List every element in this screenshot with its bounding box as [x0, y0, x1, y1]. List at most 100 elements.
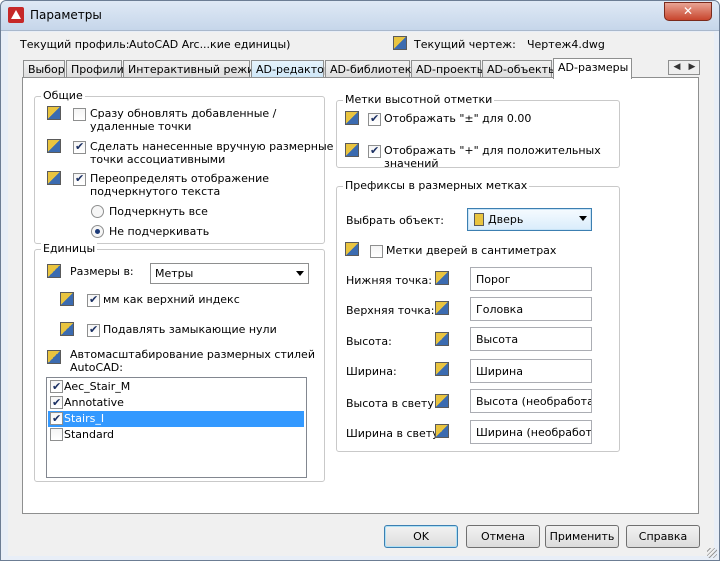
elevation-group-title: Метки высотной отметки: [343, 93, 495, 106]
drawing-setting-icon: [47, 171, 61, 185]
suppress-zeros-label: Подавлять замыкающие нули: [103, 323, 277, 336]
mm-superscript-checkbox[interactable]: [87, 293, 100, 307]
show-plus-checkbox[interactable]: [368, 144, 381, 158]
clear-height-field[interactable]: Высота (необработанн: [470, 389, 592, 413]
door-cm-checkbox[interactable]: [370, 245, 383, 258]
override-underline-checkbox[interactable]: [73, 172, 86, 186]
height-field[interactable]: Высота: [470, 327, 592, 351]
bottom-point-label: Нижняя точка:: [346, 274, 432, 287]
list-item[interactable]: Standard: [48, 427, 304, 443]
associative-checkbox[interactable]: [73, 140, 86, 154]
style-checkbox[interactable]: [50, 411, 63, 427]
clear-width-field[interactable]: Ширина (необработан: [470, 420, 592, 444]
tab-scroll-left-icon[interactable]: ◀: [670, 62, 684, 72]
top-point-label: Верхняя точка:: [346, 304, 435, 317]
drawing-setting-icon: [435, 394, 449, 408]
units-combo[interactable]: Метры: [150, 263, 309, 284]
drawing-setting-icon: [47, 350, 61, 364]
style-checkbox[interactable]: [50, 379, 63, 395]
door-cm-label: Метки дверей в сантиметрах: [386, 244, 557, 257]
no-underline-radio[interactable]: [91, 225, 104, 238]
show-plus-label: Отображать "+" для положительных: [384, 144, 601, 157]
ok-button[interactable]: OK: [384, 525, 458, 548]
drawing-setting-icon: [435, 424, 449, 438]
drawing-setting-icon: [47, 264, 61, 278]
top-point-field[interactable]: Головка: [470, 297, 592, 321]
show-pm-checkbox[interactable]: [368, 112, 381, 126]
tab-selection[interactable]: Выбор: [23, 60, 65, 78]
object-combo[interactable]: Дверь: [467, 208, 592, 231]
drawing-setting-icon: [60, 322, 74, 336]
drawing-value: Чертеж4.dwg: [527, 38, 605, 51]
elevation-group: Метки высотной отметки Отображать "±" дл…: [336, 93, 620, 170]
tab-scroll: ◀ ▶: [668, 60, 700, 75]
drawing-setting-icon: [47, 106, 61, 120]
drawing-setting-icon: [435, 332, 449, 346]
show-pm-label: Отображать "±" для 0.00: [384, 112, 532, 125]
tab-scroll-right-icon[interactable]: ▶: [685, 62, 699, 72]
auto-update-checkbox[interactable]: [73, 108, 86, 121]
resize-grip[interactable]: [707, 548, 717, 558]
tab-ad-dimensions[interactable]: AD-размеры: [553, 58, 632, 79]
associative-label-2: точки ассоциативными: [90, 153, 226, 166]
apply-button[interactable]: Применить: [545, 525, 619, 548]
bottom-point-field[interactable]: Порог: [470, 267, 592, 291]
drawing-setting-icon: [345, 143, 359, 157]
prefixes-group-title: Префиксы в размерных метках: [343, 179, 530, 192]
height-label: Высота:: [346, 335, 392, 348]
prefixes-group: Префиксы в размерных метках Выбрать объе…: [336, 179, 620, 452]
list-item[interactable]: Stairs_I: [48, 411, 304, 427]
width-label: Ширина:: [346, 365, 397, 378]
underline-all-label: Подчеркнуть все: [109, 205, 208, 218]
tab-panel: Общие Сразу обновлять добавленные / удал…: [22, 77, 699, 514]
profile-value: AutoCAD Arc...кие единицы): [129, 38, 291, 51]
general-group: Общие Сразу обновлять добавленные / удал…: [34, 89, 333, 244]
drawing-label: Текущий чертеж:: [414, 38, 516, 51]
help-button[interactable]: Справка: [626, 525, 700, 548]
tab-profiles[interactable]: Профили: [66, 60, 124, 78]
units-group: Единицы Размеры в: Метры мм как верхний …: [34, 242, 325, 482]
show-plus-label-2: значений: [384, 157, 439, 170]
tab-interactive[interactable]: Интерактивный режим: [123, 60, 263, 78]
title-bar: Параметры ✕: [1, 1, 719, 31]
object-label: Выбрать объект:: [346, 214, 444, 227]
tab-ad-objects[interactable]: AD-объекты: [482, 60, 557, 78]
window-title: Параметры: [30, 8, 102, 22]
units-combo-value: Метры: [155, 267, 194, 280]
drawing-setting-icon: [60, 292, 74, 306]
drawing-setting-icon: [435, 271, 449, 285]
associative-label: Сделать нанесенные вручную размерные: [90, 140, 334, 153]
style-checkbox[interactable]: [50, 395, 63, 411]
dim-styles-list[interactable]: Aec_Stair_M Annotative Stairs_I Standard: [46, 377, 307, 478]
units-group-title: Единицы: [41, 242, 98, 255]
auto-update-label-2: удаленные точки: [90, 120, 192, 133]
autoscale-label: Автомасштабирование размерных стилей: [70, 348, 315, 361]
override-underline-label-2: подчеркнутого текста: [90, 185, 221, 198]
tab-ad-projects[interactable]: AD-проекты: [411, 60, 485, 78]
style-name: Annotative: [64, 396, 124, 409]
list-item[interactable]: Annotative: [48, 395, 304, 411]
object-combo-value: Дверь: [488, 213, 524, 226]
style-name: Standard: [64, 428, 115, 441]
autoscale-label-2: AutoCAD:: [70, 361, 123, 374]
clear-width-label: Ширина в свету:: [346, 427, 443, 440]
override-underline-label: Переопределять отображение: [90, 172, 270, 185]
close-button[interactable]: ✕: [664, 2, 712, 21]
suppress-zeros-checkbox[interactable]: [87, 323, 100, 337]
clear-height-label: Высота в свету:: [346, 397, 438, 410]
style-name: Aec_Stair_M: [64, 380, 131, 393]
auto-update-label: Сразу обновлять добавленные /: [90, 107, 277, 120]
drawing-setting-icon: [345, 242, 359, 256]
list-item[interactable]: Aec_Stair_M: [48, 379, 304, 395]
width-field[interactable]: Ширина: [470, 359, 592, 383]
drawing-setting-icon: [435, 301, 449, 315]
options-dialog: Параметры ✕ Текущий профиль: AutoCAD Arc…: [0, 0, 720, 561]
tab-ad-editor[interactable]: AD-редактор: [251, 60, 331, 78]
chevron-down-icon: [296, 271, 304, 276]
drawing-icon: [393, 36, 407, 50]
underline-all-radio[interactable]: [91, 205, 104, 218]
cancel-button[interactable]: Отмена: [466, 525, 540, 548]
style-checkbox[interactable]: [50, 428, 63, 441]
tab-ad-library[interactable]: AD-библиотека: [325, 60, 418, 78]
autocad-app-icon: [8, 7, 24, 23]
